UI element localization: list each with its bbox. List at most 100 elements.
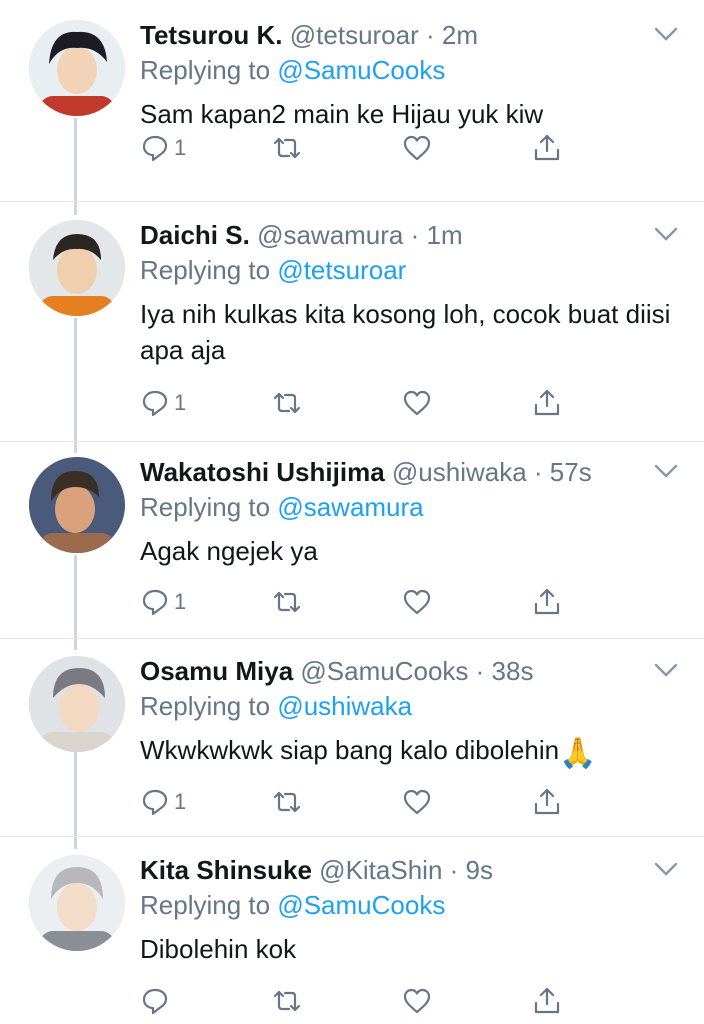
chevron-down-icon[interactable] [654, 463, 678, 479]
reply-button[interactable]: 1 [140, 782, 186, 822]
reply-count: 1 [174, 390, 187, 415]
reply-count: 1 [174, 589, 187, 614]
tweet[interactable]: Wakatoshi Ushijima @ushiwaka · 57s Reply… [0, 437, 704, 637]
handle[interactable]: @SamuCooks [300, 656, 468, 686]
share-icon [534, 987, 560, 1014]
like-icon [403, 135, 431, 161]
tweet[interactable]: Kita Shinsuke @KitaShin · 9s Replying to… [0, 835, 704, 1024]
share-button[interactable] [532, 981, 562, 1021]
display-name[interactable]: Kita Shinsuke [140, 855, 312, 885]
retweet-icon [273, 392, 301, 414]
replying-to: Replying to @ushiwaka [140, 688, 684, 724]
share-button[interactable] [532, 383, 562, 423]
separator-dot: · [418, 20, 442, 50]
retweet-button[interactable] [272, 981, 302, 1021]
retweet-icon [273, 591, 301, 613]
like-button[interactable] [402, 128, 432, 168]
reply-icon [142, 589, 168, 616]
tweet-text: Agak ngejek ya [140, 536, 318, 566]
chevron-down-icon[interactable] [654, 26, 678, 42]
reply-icon [142, 988, 168, 1015]
avatar[interactable] [29, 855, 125, 951]
handle[interactable]: @tetsuroar [290, 20, 419, 50]
timestamp[interactable]: 38s [492, 656, 534, 686]
timestamp[interactable]: 1m [427, 220, 463, 250]
retweet-button[interactable] [272, 383, 302, 423]
tweet-header: Osamu Miya @SamuCooks · 38s [140, 654, 684, 688]
mention-link[interactable]: @SamuCooks [277, 55, 445, 85]
avatar-image [29, 656, 125, 752]
reply-button[interactable] [140, 981, 174, 1021]
avatar-image [29, 855, 125, 951]
like-button[interactable] [402, 981, 432, 1021]
mention-link[interactable]: @tetsuroar [277, 255, 406, 285]
like-icon [403, 589, 431, 615]
replying-to: Replying to @SamuCooks [140, 52, 684, 88]
share-button[interactable] [532, 782, 562, 822]
retweet-icon [273, 791, 301, 813]
handle[interactable]: @KitaShin [319, 855, 442, 885]
display-name[interactable]: Osamu Miya [140, 656, 293, 686]
replying-to: Replying to @tetsuroar [140, 252, 684, 288]
chevron-down-icon[interactable] [654, 662, 678, 678]
tweet[interactable]: Daichi S. @sawamura · 1m Replying to @te… [0, 200, 704, 440]
tweet-text: Sam kapan2 main ke Hijau yuk kiw [140, 99, 544, 129]
retweet-icon [273, 137, 301, 159]
reply-count: 1 [174, 789, 187, 814]
replying-label: Replying to [140, 890, 271, 920]
tweet[interactable]: Osamu Miya @SamuCooks · 38s Replying to … [0, 636, 704, 836]
reply-icon [142, 135, 168, 162]
retweet-button[interactable] [272, 582, 302, 622]
share-icon [534, 588, 560, 615]
timestamp[interactable]: 9s [466, 855, 493, 885]
like-icon [403, 789, 431, 815]
retweet-button[interactable] [272, 128, 302, 168]
display-name[interactable]: Wakatoshi Ushijima [140, 457, 385, 487]
replying-label: Replying to [140, 255, 271, 285]
avatar[interactable] [29, 220, 125, 316]
timestamp[interactable]: 57s [550, 457, 592, 487]
tweet-text-body: Wkwkwkwk siap bang kalo dibolehin [140, 735, 560, 765]
reply-button[interactable]: 1 [140, 383, 186, 423]
like-button[interactable] [402, 782, 432, 822]
reply-icon [142, 789, 168, 816]
reply-button[interactable]: 1 [140, 128, 186, 168]
separator-dot: · [403, 220, 427, 250]
handle[interactable]: @ushiwaka [392, 457, 527, 487]
share-icon [534, 788, 560, 815]
share-button[interactable] [532, 128, 562, 168]
action-bar: 1 [140, 128, 580, 168]
handle[interactable]: @sawamura [257, 220, 403, 250]
like-icon [403, 988, 431, 1014]
like-icon [403, 390, 431, 416]
avatar-image [29, 457, 125, 553]
like-button[interactable] [402, 383, 432, 423]
action-bar: 1 [140, 782, 580, 822]
mention-link[interactable]: @sawamura [277, 492, 423, 522]
avatar[interactable] [29, 457, 125, 553]
chevron-down-icon[interactable] [654, 861, 678, 877]
mention-link[interactable]: @ushiwaka [277, 691, 412, 721]
reply-button[interactable]: 1 [140, 582, 186, 622]
avatar[interactable] [29, 656, 125, 752]
display-name[interactable]: Tetsurou K. [140, 20, 283, 50]
replying-to: Replying to @sawamura [140, 489, 684, 525]
mention-link[interactable]: @SamuCooks [277, 890, 445, 920]
tweet-header: Daichi S. @sawamura · 1m [140, 218, 684, 252]
display-name[interactable]: Daichi S. [140, 220, 250, 250]
replying-label: Replying to [140, 492, 271, 522]
share-icon [534, 389, 560, 416]
chevron-down-icon[interactable] [654, 226, 678, 242]
avatar[interactable] [29, 20, 125, 116]
tweet-text: Wkwkwkwk siap bang kalo dibolehin🙏 [140, 732, 684, 772]
replying-to: Replying to @SamuCooks [140, 887, 684, 923]
reply-icon [142, 390, 168, 417]
action-bar: 1 [140, 383, 580, 423]
replying-label: Replying to [140, 55, 271, 85]
like-button[interactable] [402, 582, 432, 622]
tweet[interactable]: Tetsurou K. @tetsuroar · 2m Replying to … [0, 0, 704, 200]
separator-dot: · [442, 855, 466, 885]
retweet-button[interactable] [272, 782, 302, 822]
share-button[interactable] [532, 582, 562, 622]
timestamp[interactable]: 2m [442, 20, 478, 50]
